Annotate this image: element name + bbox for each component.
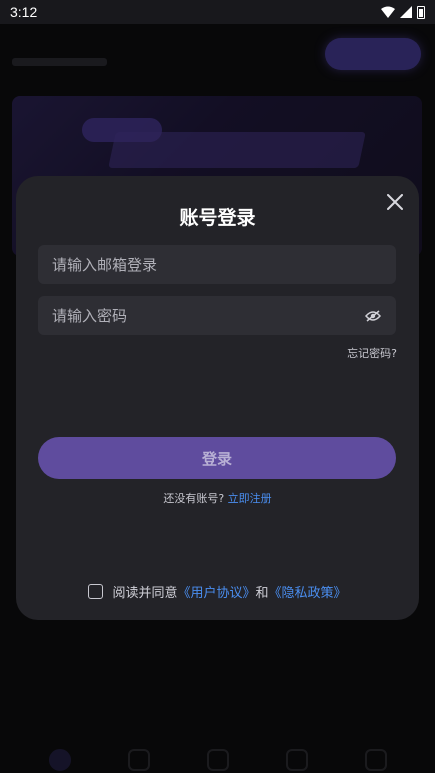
- email-input[interactable]: [52, 255, 382, 274]
- eye-off-icon: [365, 309, 381, 322]
- status-bar: 3:12: [0, 0, 435, 24]
- battery-icon: [417, 5, 425, 19]
- forgot-password-link[interactable]: 忘记密码?: [347, 345, 397, 361]
- status-time: 3:12: [10, 4, 38, 20]
- and-text: 和: [255, 586, 269, 601]
- agree-prefix-text: 阅读并同意: [112, 586, 178, 601]
- password-input[interactable]: [52, 306, 364, 325]
- email-field-container[interactable]: [38, 245, 396, 284]
- modal-title: 账号登录: [179, 207, 256, 229]
- toggle-password-visibility-button[interactable]: [364, 307, 382, 325]
- cellular-signal-icon: [400, 6, 412, 18]
- login-modal: 账号登录 忘记密码? 登录 还没有账号? 立即注册 阅读并同意 《用户协议》: [16, 176, 419, 620]
- agreement-row: 阅读并同意 《用户协议》 和 《隐私政策》: [16, 582, 419, 601]
- wifi-icon: [381, 6, 395, 18]
- agreement-checkbox[interactable]: [88, 584, 104, 599]
- password-field-container[interactable]: [38, 296, 396, 335]
- privacy-policy-link[interactable]: 《隐私政策》: [269, 582, 347, 601]
- login-button[interactable]: 登录: [38, 437, 396, 479]
- register-link[interactable]: 立即注册: [228, 492, 272, 505]
- register-row: 还没有账号? 立即注册: [16, 490, 419, 506]
- status-icons: [381, 5, 425, 19]
- user-agreement-link[interactable]: 《用户协议》: [177, 582, 255, 601]
- screen: 3:12 账号登录 请输入邮箱登录 忘记密码? 登录 还没有账号? 立即注册 阅…: [0, 0, 435, 773]
- no-account-text: 还没有账号?: [163, 492, 225, 505]
